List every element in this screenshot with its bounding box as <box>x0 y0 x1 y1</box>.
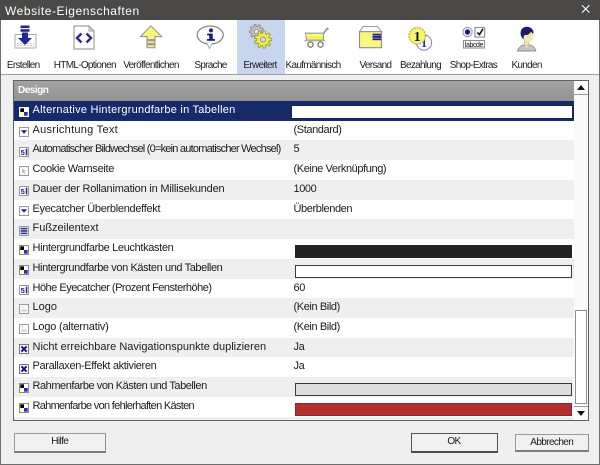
svg-text:labcde: labcde <box>465 42 484 49</box>
svg-text:1: 1 <box>414 30 421 45</box>
svg-text:5: 5 <box>20 147 24 156</box>
svg-text:5: 5 <box>20 187 24 196</box>
svg-text:5: 5 <box>20 286 24 295</box>
